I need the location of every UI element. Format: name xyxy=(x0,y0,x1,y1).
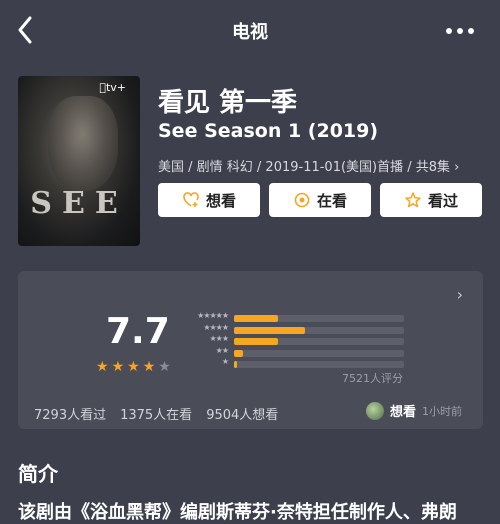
show-title: 看见 第一季 xyxy=(158,88,298,118)
dist-star-label: ★★ xyxy=(215,345,229,355)
rating-stars: ★ ★ ★ ★ ★ xyxy=(96,359,171,375)
watching-label: 在看 xyxy=(316,191,347,210)
raters-count: 7521人评分 xyxy=(342,372,403,385)
rating-card[interactable]: › 7.7 ★ ★ ★ ★ ★ ★★★★★ ★★★★ ★★★ ★★ ★ 7521人评分 7293… xyxy=(18,271,483,429)
dist-bar xyxy=(234,338,279,345)
rating-star-icon: ★ xyxy=(96,359,109,375)
user-status[interactable]: 想看 1小时前 xyxy=(366,401,462,420)
dist-bar xyxy=(234,315,279,322)
rating-star-icon: ★ xyxy=(158,359,171,375)
dist-bar xyxy=(234,349,243,357)
dist-row: ★★★★★ xyxy=(186,311,406,323)
dist-bar xyxy=(234,326,306,334)
dist-row: ★ xyxy=(186,357,406,369)
want-count[interactable]: 9504人想看 xyxy=(206,404,278,423)
poster-title-word: SEE xyxy=(30,186,128,221)
rating-star-icon: ★ xyxy=(142,359,156,375)
dist-star-label: ★★★★ xyxy=(203,322,229,332)
want-label: 想看 xyxy=(205,191,236,210)
dist-track xyxy=(234,361,404,368)
dist-track xyxy=(234,338,404,345)
dist-track xyxy=(234,315,404,322)
top-bar: 电视 xyxy=(0,0,500,62)
page-title: 电视 xyxy=(232,22,268,43)
avatar xyxy=(366,401,384,420)
dist-row: ★★ xyxy=(186,345,406,358)
watched-label: 看过 xyxy=(427,191,458,210)
more-dots-icon[interactable] xyxy=(446,28,476,36)
watching-count[interactable]: 1375人在看 xyxy=(120,404,192,423)
rating-star-icon: ★ xyxy=(127,359,140,375)
star-icon xyxy=(405,192,421,208)
dist-bar xyxy=(234,361,237,368)
user-status-time: 1小时前 xyxy=(422,404,463,418)
watched-button[interactable]: 看过 xyxy=(380,183,482,217)
rating-star-icon: ★ xyxy=(111,359,125,375)
intro-heading: 简介 xyxy=(18,462,58,486)
dist-star-label: ★★★ xyxy=(209,334,228,343)
user-status-label: 想看 xyxy=(390,405,417,420)
chevron-right-icon[interactable]: › xyxy=(457,285,463,304)
heart-plus-icon xyxy=(183,192,199,207)
dist-row: ★★★★ xyxy=(186,322,406,335)
poster-image[interactable]: tv+ SEE xyxy=(18,76,140,246)
dist-row: ★★★ xyxy=(186,334,406,346)
dist-track xyxy=(234,349,404,357)
dist-star-label: ★ xyxy=(221,357,229,366)
show-meta-link[interactable]: 美国 / 剧情 科幻 / 2019-11-01(美国)首播 / 共8集 › xyxy=(158,156,459,175)
watching-button[interactable]: 在看 xyxy=(269,183,371,217)
want-button[interactable]: 想看 xyxy=(158,183,260,217)
dist-star-label: ★★★★★ xyxy=(197,311,229,320)
apple-tv-logo: tv+ xyxy=(99,81,126,94)
intro-text: 该剧由《浴血黑帮》编剧斯蒂芬·奈特担任制作人、弗朗 xyxy=(18,502,457,523)
dist-track xyxy=(234,326,404,334)
watch-stats: 7293人看过 1375人在看 9504人想看 xyxy=(34,404,278,423)
show-subtitle: See Season 1 (2019) xyxy=(158,120,379,142)
rating-distribution: ★★★★★ ★★★★ ★★★ ★★ ★ xyxy=(186,311,406,371)
poster-face xyxy=(48,96,118,191)
rating-score: 7.7 xyxy=(106,311,170,352)
watching-circle-icon xyxy=(294,192,310,208)
watched-count[interactable]: 7293人看过 xyxy=(34,404,106,423)
